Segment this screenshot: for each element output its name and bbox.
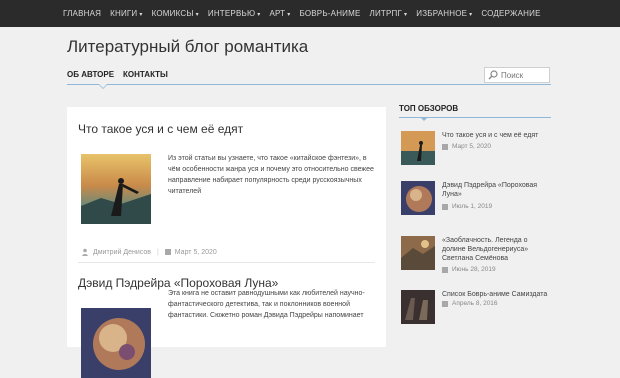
sidebar-thumbnail[interactable] (401, 131, 435, 165)
search-icon (488, 70, 498, 80)
subnav-item-about[interactable]: Об авторе (67, 70, 114, 79)
calendar-icon (442, 300, 448, 307)
user-icon (81, 248, 89, 256)
sidebar-item-title[interactable]: «Заоблачность. Легенда о долине Вельдоге… (442, 236, 550, 263)
active-indicator-inner (99, 84, 107, 88)
search-box (484, 67, 550, 83)
caret-down-icon: ▾ (469, 12, 473, 18)
nav-label: Главная (63, 9, 102, 18)
main-content: Что такое уся и с чем её едят Из этой ст… (67, 107, 386, 378)
sidebar-item-title[interactable]: Что такое уся и с чем её едят (442, 131, 550, 140)
sidebar-thumbnail[interactable] (401, 181, 435, 215)
nav-item-litrpg[interactable]: ЛитРПГ ▾ (370, 9, 408, 18)
sidebar-indicator-icon (420, 117, 428, 121)
post-meta: Дмитрий Денисов | Март 5, 2020 (81, 248, 217, 256)
sidebar-item-date-row: Март 5, 2020 (442, 143, 491, 150)
subnav-item-contacts[interactable]: Контакты (123, 70, 168, 79)
nav-label: Содержание (481, 9, 541, 18)
nav-label: Арт (269, 9, 286, 18)
nav-item-favorites[interactable]: Избранное ▾ (416, 9, 472, 18)
wuxia-image (401, 131, 435, 165)
sidebar-item-title[interactable]: Дэвид Пэдрейра «Пороховая Луна» (442, 181, 550, 199)
gunpowder-moon-cover (81, 308, 151, 378)
nav-label: Комиксы (151, 9, 194, 18)
post-thumbnail[interactable] (81, 308, 151, 378)
caret-down-icon: ▾ (257, 12, 261, 18)
sidebar-item-date: Апрель 8, 2016 (452, 300, 498, 307)
caret-down-icon: ▾ (195, 12, 199, 18)
post-divider (78, 262, 375, 263)
sidebar-item-date-row: Июль 1, 2019 (442, 203, 492, 210)
sidebar-item-title[interactable]: Список Боврь-аниме Самиздата (442, 290, 550, 299)
nav-label: Боврь-Аниме (299, 9, 361, 18)
post-excerpt: Из этой статьи вы узнаете, что такое «ки… (168, 155, 374, 195)
post-date: Март 5, 2020 (174, 248, 217, 256)
caret-down-icon: ▾ (139, 12, 143, 18)
post-author[interactable]: Дмитрий Денисов (93, 249, 151, 256)
nav-label: Интервью (207, 9, 256, 18)
calendar-icon (442, 203, 448, 210)
site-title[interactable]: Литературный блог романтика (67, 37, 308, 57)
sidebar-title: Топ обзоров (399, 104, 459, 113)
top-navigation-bar: Главная Книги ▾ Комиксы ▾ Интервью ▾ Арт ▾ Б… (0, 0, 620, 27)
post-title[interactable]: Что такое уся и с чем её едят (78, 122, 243, 136)
nav-item-books[interactable]: Книги ▾ (110, 9, 143, 18)
post-excerpt: Эта книга не оставит равнодушными как лю… (168, 290, 365, 319)
nav-item-interviews[interactable]: Интервью ▾ (208, 9, 261, 18)
calendar-icon (442, 266, 448, 273)
nav-label: ЛитРПГ (369, 9, 403, 18)
sidebar-item-date: Июль 1, 2019 (452, 203, 493, 210)
subnav-divider (67, 84, 551, 85)
nav-item-home[interactable]: Главная (63, 9, 101, 18)
sidebar-thumbnail[interactable] (401, 236, 435, 270)
search-input[interactable] (499, 70, 547, 80)
nav-item-comics[interactable]: Комиксы ▾ (152, 9, 199, 18)
calendar-icon (164, 249, 171, 255)
sidebar-item-date-row: Апрель 8, 2016 (442, 300, 498, 307)
secondary-navigation: Об авторе Контакты (67, 70, 177, 79)
anime-list-image (401, 290, 435, 324)
caret-down-icon: ▾ (404, 12, 408, 18)
wuxia-image (81, 154, 151, 224)
nav-item-contents[interactable]: Содержание (481, 9, 540, 18)
cloud-valley-cover (401, 236, 435, 270)
sidebar-item-date: Июнь 28, 2019 (452, 266, 496, 273)
post-thumbnail[interactable] (81, 154, 151, 224)
meta-separator: | (156, 248, 159, 256)
caret-down-icon: ▾ (287, 12, 291, 18)
calendar-icon (442, 143, 448, 150)
nav-item-art[interactable]: Арт ▾ (269, 9, 290, 18)
nav-item-anime[interactable]: Боврь-Аниме (299, 9, 360, 18)
sidebar-item-date: Март 5, 2020 (452, 143, 492, 150)
sidebar-thumbnail[interactable] (401, 290, 435, 324)
nav-label: Книги (110, 9, 138, 18)
sidebar-item-date-row: Июнь 28, 2019 (442, 266, 496, 273)
gunpowder-moon-cover (401, 181, 435, 215)
nav-label: Избранное (416, 9, 468, 18)
